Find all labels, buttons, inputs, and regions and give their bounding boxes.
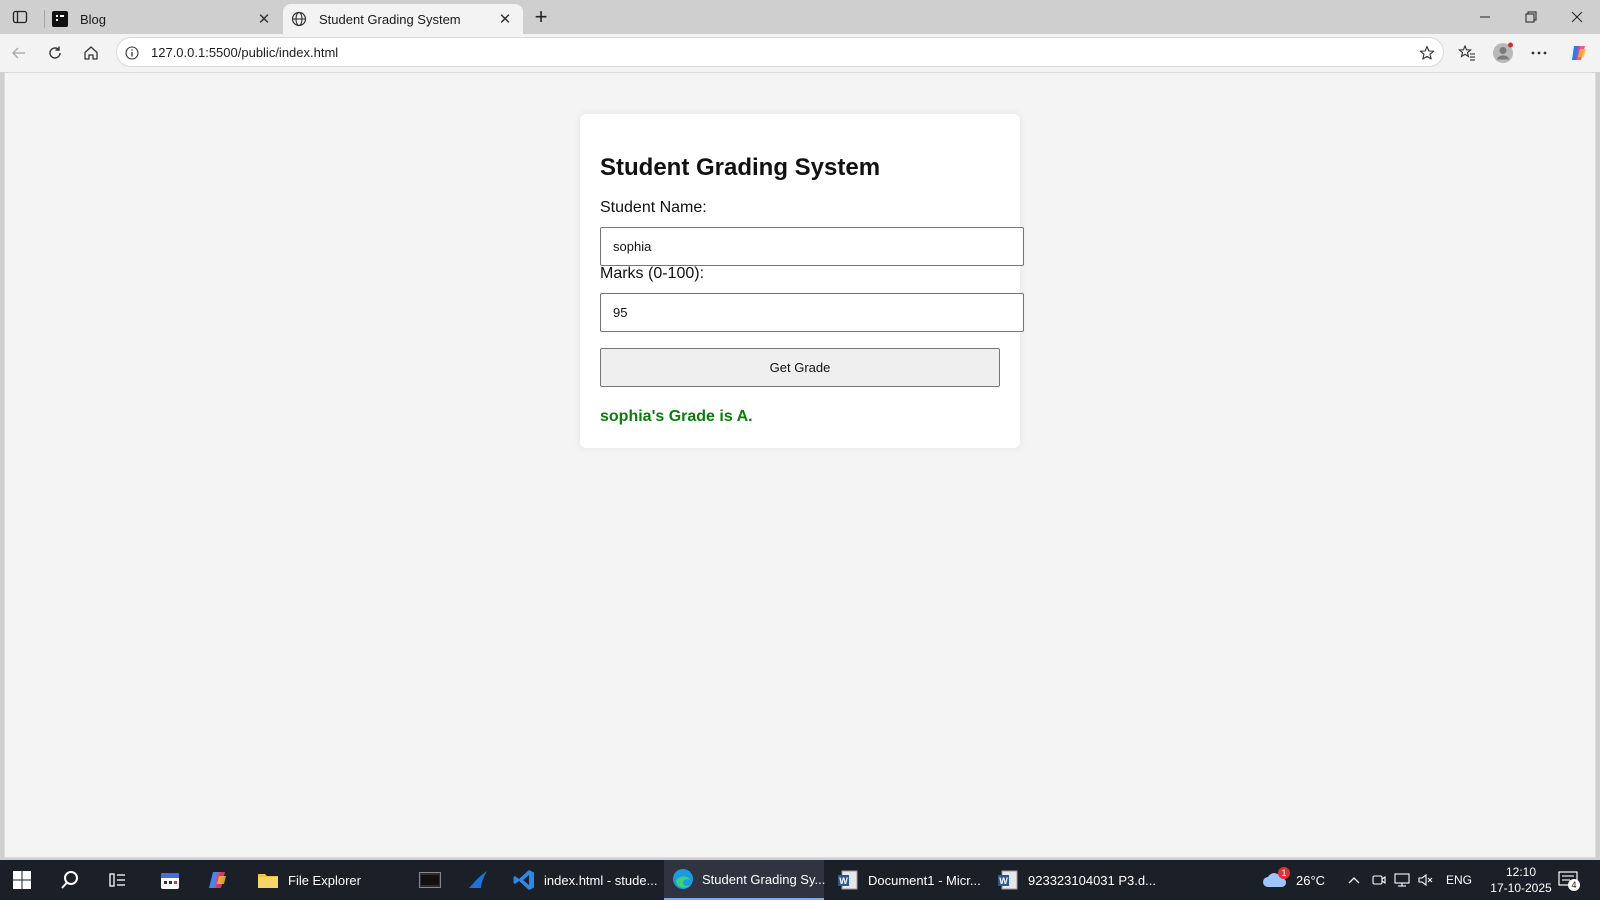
shark-app-icon [466,868,490,892]
favorite-star-icon[interactable] [1417,43,1437,63]
minimize-icon[interactable] [1462,0,1508,34]
student-name-label: Student Name: [600,199,707,216]
taskbar-app-word-document1[interactable]: W Document1 - Micr... [828,860,989,900]
tab-title: Blog [80,11,107,27]
terminal-icon [418,868,442,892]
close-window-icon[interactable] [1554,0,1600,34]
network-icon[interactable] [1394,860,1410,900]
site-info-icon[interactable] [123,44,141,62]
search-icon [58,868,82,892]
restore-icon[interactable] [1508,0,1554,34]
taskbar-app-vscode[interactable]: index.html - stude... [504,860,665,900]
vscode-icon [512,868,536,892]
notification-count: 4 [1568,879,1580,891]
browser-toolbar: 127.0.0.1:5500/public/index.html [0,34,1600,72]
svg-text:W: W [839,876,848,886]
globe-icon [291,11,307,27]
word-doc-icon: W [996,868,1020,892]
taskbar-app-edge[interactable]: Student Grading Sy... [664,860,826,900]
svg-text:W: W [999,876,1008,886]
back-arrow-icon[interactable] [6,40,32,66]
refresh-icon[interactable] [42,40,68,66]
taskbar-app-label: index.html - stude... [544,872,658,888]
taskbar-app-label: File Explorer [288,872,361,888]
volume-muted-icon[interactable] [1418,860,1434,900]
notification-icon: 4 [1558,871,1580,891]
taskbar-app-label: 923323104031 P3.d... [1028,872,1156,888]
task-view-icon [106,868,130,892]
blog-favicon-icon [52,11,68,27]
tab-student-grading-system[interactable]: Student Grading System ✕ [283,4,523,34]
page-title: Student Grading System [600,154,881,181]
copilot-icon [206,868,230,892]
clock-date: 17-10-2025 [1490,881,1552,895]
page-viewport: Student Grading System Student Name: Mar… [4,72,1596,858]
tab-actions-icon[interactable] [8,5,32,29]
close-tab-icon[interactable]: ✕ [254,9,274,29]
notification-center[interactable]: 4 [1558,860,1580,900]
language-label: ENG [1446,873,1473,887]
grading-card: Student Grading System Student Name: Mar… [580,114,1024,448]
clock-time: 12:10 [1505,865,1537,879]
windows-start-icon [10,868,34,892]
favorites-icon[interactable] [1454,40,1480,66]
new-tab-button[interactable]: + [528,4,554,30]
search-button[interactable] [58,860,82,900]
get-grade-button[interactable]: Get Grade [600,348,1000,387]
taskbar-app-label: Document1 - Micr... [868,872,981,888]
weather-widget[interactable]: 1 26°C [1262,860,1325,900]
close-tab-icon[interactable]: ✕ [495,9,515,29]
profile-avatar[interactable] [1490,40,1516,66]
copilot-taskbar-button[interactable] [206,860,230,900]
url-text: 127.0.0.1:5500/public/index.html [151,45,339,60]
word-icon: W [836,868,860,892]
folder-icon [256,868,280,892]
weather-temp: 26°C [1296,872,1326,888]
chevron-up-icon [1348,877,1360,884]
start-button[interactable] [10,860,34,900]
student-name-input[interactable] [600,227,1024,266]
clock[interactable]: 12:10 17-10-2025 [1490,860,1552,900]
marks-label: Marks (0-100): [600,265,705,282]
task-view-button[interactable] [106,860,130,900]
grade-result: sophia's Grade is A. [600,408,753,425]
taskbar-app-file-explorer[interactable]: File Explorer [248,860,369,900]
more-options-icon[interactable] [1526,40,1552,66]
show-hidden-icons[interactable] [1348,860,1360,900]
widgets-button[interactable] [158,860,182,900]
tab-blog[interactable]: Blog ✕ [44,4,282,34]
tray-meet-icon[interactable] [1372,860,1386,900]
taskbar-app-wireshark[interactable] [458,860,498,900]
edge-icon [672,867,694,891]
tab-title: Student Grading System [319,11,461,27]
address-bar[interactable]: 127.0.0.1:5500/public/index.html [116,37,1444,67]
taskbar-app-terminal[interactable] [410,860,450,900]
marks-input[interactable] [600,293,1024,332]
weather-badge: 1 [1278,867,1290,879]
cloud-icon: 1 [1262,867,1290,889]
calendar-app-icon [158,868,182,892]
tab-strip: Blog ✕ Student Grading System ✕ + [0,0,1600,34]
taskbar-app-label: Student Grading Sy... [702,871,826,887]
language-indicator[interactable]: ENG [1446,860,1472,900]
taskbar: File Explorer index.html - stude... Stud… [0,860,1600,900]
home-icon[interactable] [78,40,104,66]
taskbar-app-word-doc[interactable]: W 923323104031 P3.d... [988,860,1164,900]
copilot-icon[interactable] [1566,40,1592,66]
